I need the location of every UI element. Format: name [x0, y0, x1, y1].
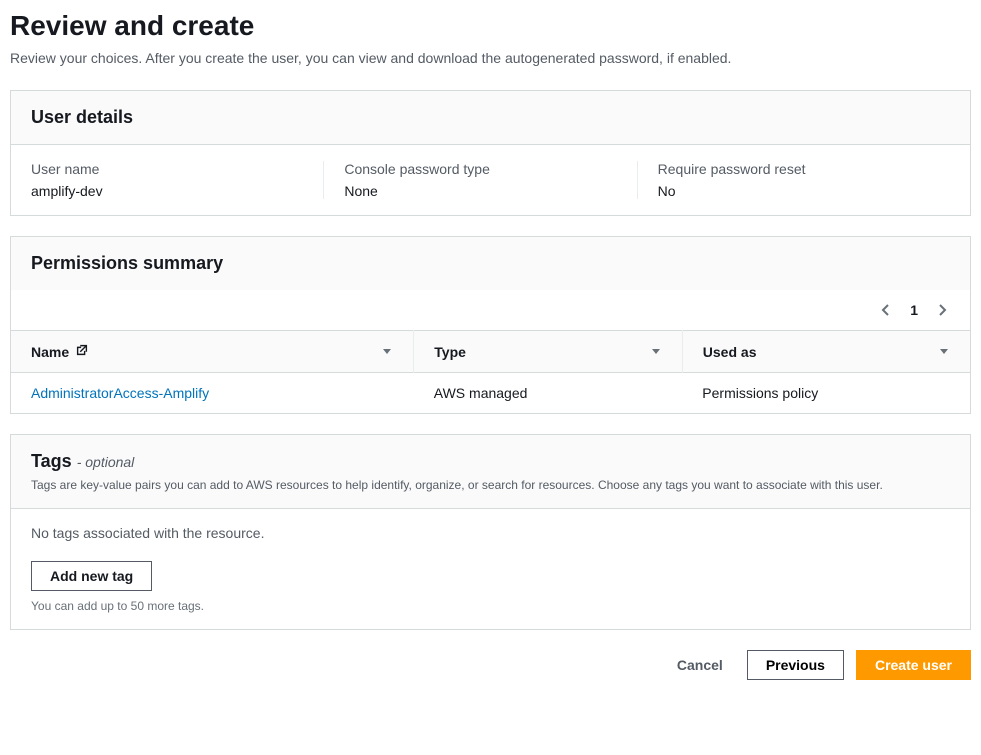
tags-empty: No tags associated with the resource.: [31, 525, 950, 541]
password-type-value: None: [344, 183, 616, 199]
tags-description: Tags are key-value pairs you can add to …: [31, 478, 950, 492]
tags-hint: You can add up to 50 more tags.: [31, 599, 950, 613]
sort-icon[interactable]: [938, 344, 950, 360]
cancel-button[interactable]: Cancel: [665, 651, 735, 679]
page-title: Review and create: [10, 10, 971, 42]
user-name-label: User name: [31, 161, 303, 177]
user-details-header: User details: [11, 91, 970, 145]
policy-type: AWS managed: [414, 373, 683, 414]
require-reset-value: No: [658, 183, 930, 199]
page-subtitle: Review your choices. After you create th…: [10, 50, 971, 66]
table-row: AdministratorAccess-Amplify AWS managed …: [11, 373, 970, 414]
user-details-row: User name amplify-dev Console password t…: [11, 145, 970, 215]
require-reset-col: Require password reset No: [638, 161, 950, 199]
tags-heading: Tags: [31, 451, 72, 471]
permissions-header: Permissions summary: [11, 237, 970, 290]
create-user-button[interactable]: Create user: [856, 650, 971, 680]
tags-panel: Tags - optional Tags are key-value pairs…: [10, 434, 971, 630]
col-type: Type: [434, 344, 466, 360]
password-type-col: Console password type None: [324, 161, 637, 199]
permissions-panel: Permissions summary 1 Name: [10, 236, 971, 414]
policy-used-as: Permissions policy: [682, 373, 970, 414]
user-details-panel: User details User name amplify-dev Conso…: [10, 90, 971, 216]
col-name: Name: [31, 344, 69, 360]
permissions-heading: Permissions summary: [31, 253, 950, 274]
chevron-left-icon[interactable]: [878, 302, 894, 318]
tags-body: No tags associated with the resource. Ad…: [11, 509, 970, 629]
footer-actions: Cancel Previous Create user: [10, 650, 971, 680]
user-name-col: User name amplify-dev: [31, 161, 324, 199]
sort-icon[interactable]: [650, 344, 662, 360]
tags-optional: - optional: [77, 454, 135, 470]
permissions-table: Name Type: [11, 330, 970, 413]
external-link-icon: [75, 343, 89, 360]
user-details-heading: User details: [31, 107, 950, 128]
pagination: 1: [11, 290, 970, 330]
previous-button[interactable]: Previous: [747, 650, 844, 680]
add-tag-button[interactable]: Add new tag: [31, 561, 152, 591]
pagination-page: 1: [910, 302, 918, 318]
sort-icon[interactable]: [381, 344, 393, 360]
policy-name-link[interactable]: AdministratorAccess-Amplify: [31, 385, 209, 401]
chevron-right-icon[interactable]: [934, 302, 950, 318]
require-reset-label: Require password reset: [658, 161, 930, 177]
password-type-label: Console password type: [344, 161, 616, 177]
user-name-value: amplify-dev: [31, 183, 303, 199]
tags-header: Tags - optional Tags are key-value pairs…: [11, 435, 970, 509]
col-used-as: Used as: [703, 344, 757, 360]
